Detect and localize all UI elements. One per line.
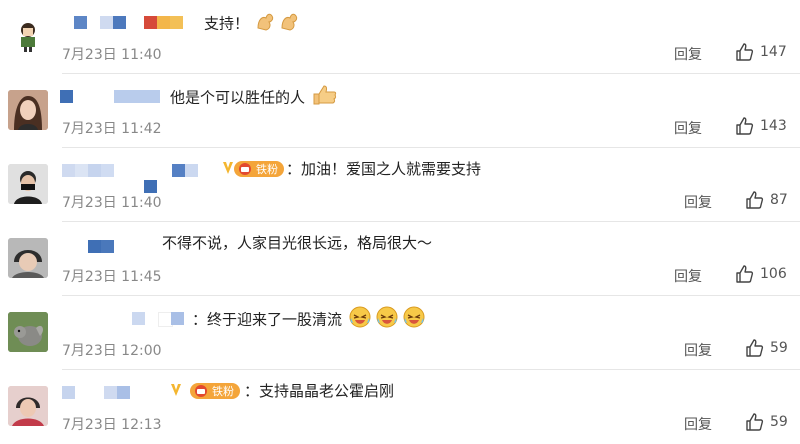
avatar[interactable]	[8, 386, 48, 426]
comment-text: 支持！	[204, 10, 304, 38]
like-count: 143	[760, 118, 787, 134]
comment-time: 7月23日 11:40	[62, 47, 162, 63]
thumbs-up-icon	[736, 117, 754, 135]
comment-time: 7月23日 11:45	[62, 269, 162, 285]
thumbs-up-icon	[736, 265, 754, 283]
like-count: 59	[770, 414, 788, 430]
laughing-tears-emoji-icon	[349, 306, 427, 334]
avatar[interactable]	[8, 16, 48, 56]
avatar[interactable]	[8, 238, 48, 278]
comment-item: 铁粉 ：支持晶晶老公霍启刚 7月23日 12:13 回复 59	[0, 370, 800, 444]
comment-item: 他是个可以胜任的人 7月23日 11:42 回复 143	[0, 74, 800, 148]
thumbs-up-icon	[746, 339, 764, 357]
reply-button[interactable]: 回复	[684, 414, 712, 434]
reply-button[interactable]: 回复	[674, 118, 702, 138]
thumbs-up-icon	[746, 413, 764, 431]
comment-text: ：加油！爱国之人就需要支持	[286, 158, 481, 180]
like-button[interactable]: 87	[744, 190, 788, 210]
reply-button[interactable]: 回复	[684, 192, 712, 212]
like-button[interactable]: 59	[744, 338, 788, 358]
comment-item: ：终于迎来了一股清流 7月23日 12:00 回复 59	[0, 296, 800, 370]
comment-text-content: 支持！	[204, 14, 250, 33]
comment-text: ：终于迎来了一股清流	[192, 306, 427, 334]
username-redacted[interactable]	[128, 308, 198, 327]
thumbs-up-emoji-icon	[312, 84, 338, 112]
like-button[interactable]: 106	[734, 264, 787, 284]
avatar[interactable]	[8, 90, 48, 130]
fan-badge-label: 铁粉	[212, 385, 234, 398]
comment-time: 7月23日 12:13	[62, 417, 162, 433]
fan-badge-icon	[193, 384, 209, 398]
like-count: 87	[770, 192, 788, 208]
verified-v-icon	[222, 160, 234, 174]
like-button[interactable]: 59	[744, 412, 788, 432]
fan-badge-label: 铁粉	[256, 163, 278, 176]
username-redacted[interactable]	[56, 86, 166, 104]
comment-time: 7月23日 12:00	[62, 343, 162, 359]
comment-time: 7月23日 11:42	[62, 121, 162, 137]
verified-v-icon	[170, 382, 182, 396]
comment-time: 7月23日 11:40	[62, 195, 162, 211]
like-button[interactable]: 147	[734, 42, 787, 62]
comment-text-content: ：终于迎来了一股清流	[192, 310, 343, 329]
comment-text-content: 不得不说，人家目光很长远，格局很大～	[162, 234, 433, 252]
username-redacted[interactable]	[58, 160, 218, 193]
reply-button[interactable]: 回复	[684, 340, 712, 360]
comment-text-content: 他是个可以胜任的人	[170, 88, 306, 107]
like-count: 106	[760, 266, 787, 282]
comment-item: 支持！ 7月23日 11:40 回复 147	[0, 0, 800, 74]
comment-text-content: ：支持晶晶老公霍启刚	[244, 382, 395, 400]
like-count: 147	[760, 44, 787, 60]
reply-button[interactable]: 回复	[674, 266, 702, 286]
like-button[interactable]: 143	[734, 116, 787, 136]
comment-text: 他是个可以胜任的人	[170, 84, 338, 112]
avatar[interactable]	[8, 164, 48, 204]
thumbs-up-icon	[736, 43, 754, 61]
comment-text: 不得不说，人家目光很长远，格局很大～	[162, 232, 432, 254]
flexed-biceps-emoji-icon	[256, 10, 304, 38]
like-count: 59	[770, 340, 788, 356]
thumbs-up-icon	[746, 191, 764, 209]
fan-badge-icon	[237, 162, 253, 176]
fan-badge: 铁粉	[190, 383, 240, 399]
username-redacted[interactable]	[84, 234, 144, 253]
fan-badge: 铁粉	[234, 161, 284, 177]
comment-item: 不得不说，人家目光很长远，格局很大～ 7月23日 11:45 回复 106	[0, 222, 800, 296]
avatar[interactable]	[8, 312, 48, 352]
reply-button[interactable]: 回复	[674, 44, 702, 64]
comment-text: ：支持晶晶老公霍启刚	[244, 380, 394, 402]
comment-text-content: ：加油！爱国之人就需要支持	[286, 160, 482, 178]
username-redacted[interactable]	[58, 382, 138, 400]
username-redacted[interactable]	[70, 12, 200, 30]
comment-item: 铁粉 ：加油！爱国之人就需要支持 7月23日 11:40 回复 87	[0, 148, 800, 222]
